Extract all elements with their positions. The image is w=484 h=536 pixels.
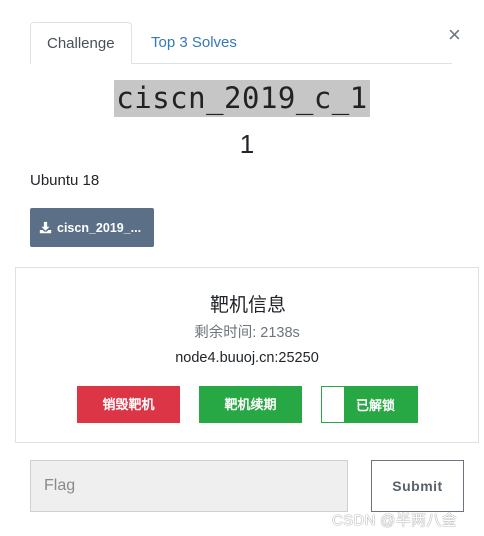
instance-title: 靶机信息 (209, 295, 286, 316)
challenge-tabs: Challenge Top 3 Solves (30, 22, 452, 64)
tab-top-solves[interactable]: Top 3 Solves (135, 22, 253, 64)
challenge-title-wrap: ciscn_2019_c_1 (0, 80, 484, 117)
file-download-button[interactable]: ciscn_2019_... (30, 208, 154, 247)
challenge-points: 1 (239, 129, 255, 159)
instance-card: 靶机信息 剩余时间: 2138s node4.buuoj.cn:25250 销毁… (15, 267, 479, 443)
instance-host: node4.buuoj.cn:25250 (175, 350, 319, 366)
file-download-label: ciscn_2019_... (57, 220, 142, 235)
download-icon (39, 221, 52, 234)
flag-input[interactable] (30, 460, 348, 512)
unlocked-label: 已解锁 (355, 398, 395, 413)
watermark: CSDN @半两八金 (332, 512, 457, 529)
challenge-description: Ubuntu 18 (30, 172, 100, 189)
submit-button[interactable]: Submit (371, 460, 464, 512)
tab-challenge[interactable]: Challenge (30, 22, 132, 64)
toggle-knob (322, 387, 344, 422)
close-icon[interactable]: × (448, 24, 461, 46)
renew-instance-button[interactable]: 靶机续期 (199, 386, 302, 423)
challenge-name: ciscn_2019_c_1 (114, 80, 370, 117)
destroy-instance-button[interactable]: 销毁靶机 (77, 386, 180, 423)
unlocked-button[interactable]: 已解锁 (321, 386, 418, 423)
instance-timer: 剩余时间: 2138s (194, 325, 300, 341)
